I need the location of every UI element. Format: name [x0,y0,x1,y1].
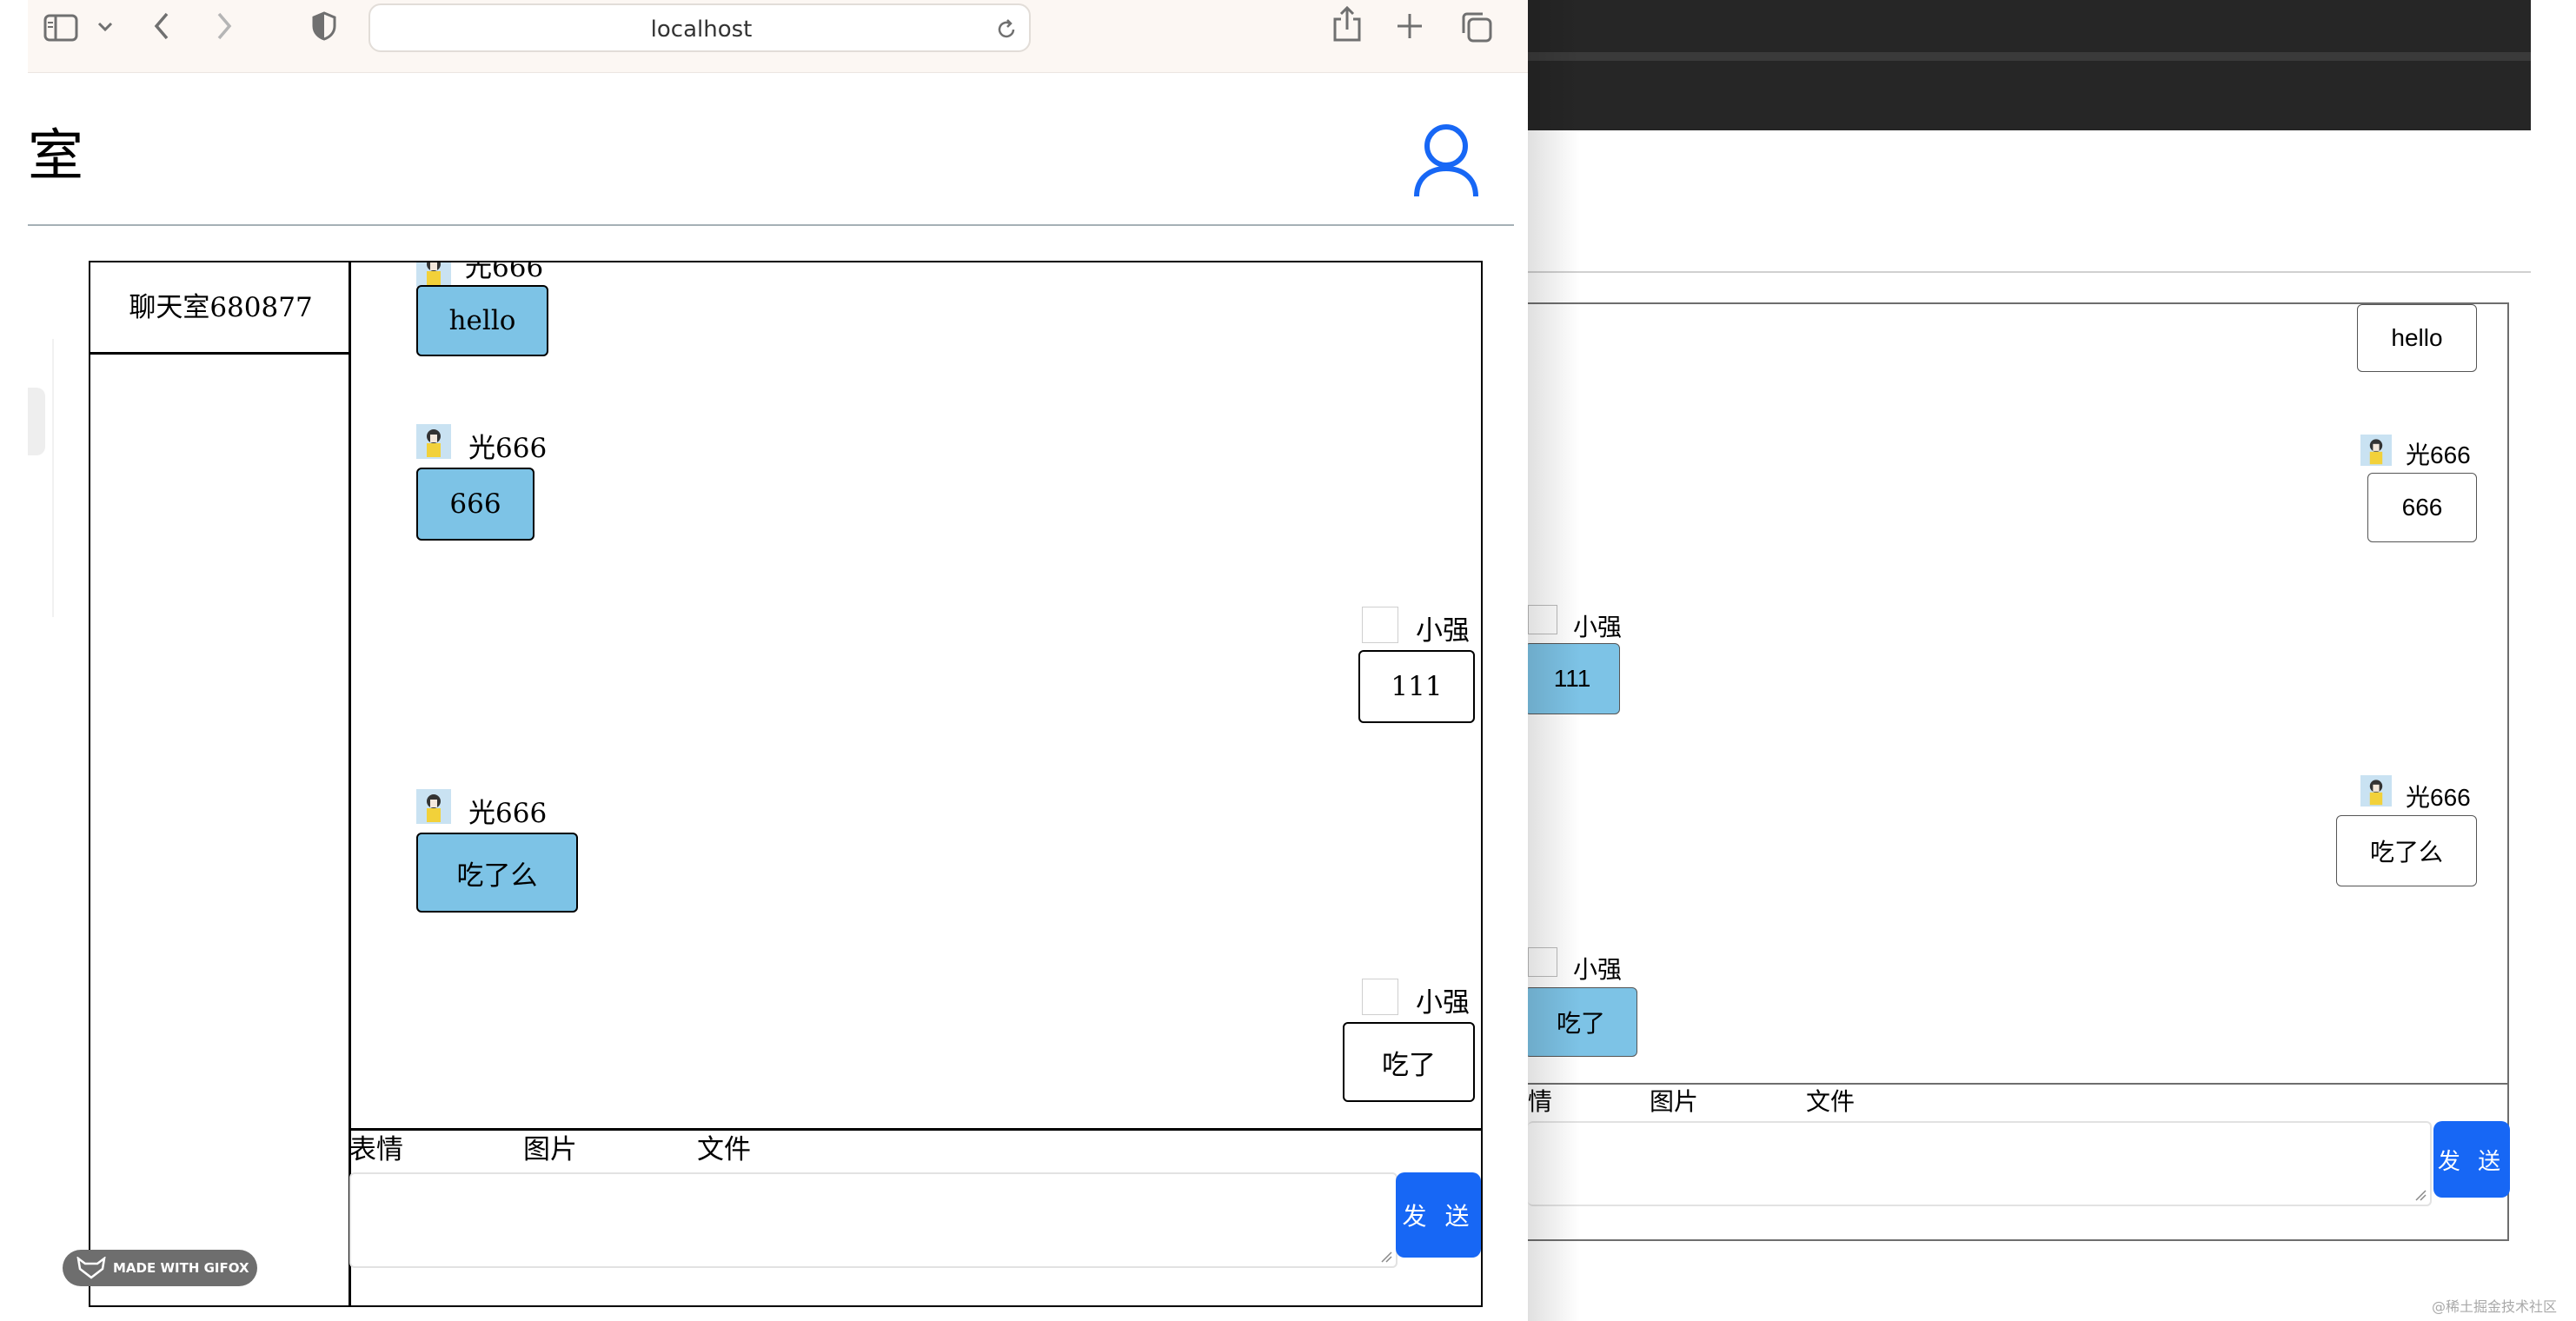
message-sender: 小强 [1416,615,1470,647]
avatar-placeholder [1362,979,1398,1015]
avatar [416,789,451,824]
input-divider [1528,1083,2509,1085]
resize-grip-icon[interactable] [1380,1251,1392,1263]
image-button[interactable]: 图片 [1650,1086,1698,1118]
address-bar[interactable]: localhost [368,3,1031,52]
header-divider [1528,271,2531,273]
browser-toolbar: localhost [28,0,1528,73]
message-bubble: 吃了么 [2336,815,2477,886]
file-button[interactable]: 文件 [1806,1086,1855,1118]
url-text: localhost [650,17,753,43]
message-bubble: hello [2357,304,2477,372]
avatar [416,424,451,459]
message-sender: 光666 [2406,441,2471,468]
sidebar-icon[interactable] [43,14,78,42]
message-list: 光666 hello 光666 666 小强 111 光666 吃了么 小强 吃… [352,262,1481,1128]
message-bubble: 666 [2367,473,2477,542]
window-shadow [1528,0,1580,1321]
browser-window-left: localhost 室 聊天室680877 光666 hello 光666 66… [28,0,1528,1321]
send-button[interactable]: 发 送 [2433,1121,2510,1198]
message-bubble: 吃了 [1343,1022,1475,1102]
avatar-placeholder [1362,607,1398,643]
message-sender: 小强 [1573,614,1623,641]
avatar [416,262,451,287]
message-sender: 光666 [2406,784,2471,811]
message-textarea[interactable] [349,1172,1398,1268]
forward-icon[interactable] [214,10,235,42]
emoji-button[interactable]: 表情 [349,1134,403,1165]
watermark: @稀土掘金技术社区 [2432,1298,2558,1315]
dark-titlebar [1528,0,2531,130]
collapsed-sidebar-edge [28,388,45,455]
room-list-item[interactable]: 聊天室680877 [90,262,351,355]
message-sender: 光666 [468,433,548,464]
room-list [89,261,351,1307]
plus-icon[interactable] [1396,12,1424,40]
share-icon[interactable] [1331,5,1363,43]
back-icon[interactable] [151,10,172,42]
gifox-badge: MADE WITH GIFOX [63,1250,257,1286]
reload-icon[interactable] [994,17,1019,42]
message-sender: 小强 [1573,956,1623,983]
message-input-area: 表情 图片 文件 发 送 [349,1128,1483,1307]
shield-icon[interactable] [311,10,337,42]
sidebar-edge-line [52,339,54,617]
message-bubble: hello [416,285,548,356]
fox-logo-icon [76,1257,106,1279]
avatar [2360,775,2392,807]
user-icon[interactable] [1411,122,1481,198]
message-bubble: 666 [416,468,534,541]
message-sender: 光666 [465,262,544,283]
message-bubble: 111 [1358,650,1475,723]
page-title: 室 [28,124,83,189]
header-divider [28,224,1514,226]
file-button[interactable]: 文件 [697,1134,751,1165]
tabs-icon[interactable] [1460,10,1493,43]
dark-titlebar-stripe [1528,52,2531,61]
gifox-badge-text: MADE WITH GIFOX [113,1260,249,1276]
message-sender: 光666 [468,798,548,829]
resize-grip-icon[interactable] [2414,1189,2427,1201]
message-sender: 小强 [1416,987,1470,1019]
browser-window-right: hello 光666 666 小强 111 光666 吃了么 小强 吃了 情 图… [1528,0,2576,1321]
chevron-down-icon[interactable] [97,21,113,33]
send-button[interactable]: 发 送 [1396,1172,1481,1258]
message-textarea[interactable] [1528,1121,2432,1206]
image-button[interactable]: 图片 [523,1134,577,1165]
message-bubble: 吃了么 [416,833,578,913]
avatar [2360,435,2392,466]
